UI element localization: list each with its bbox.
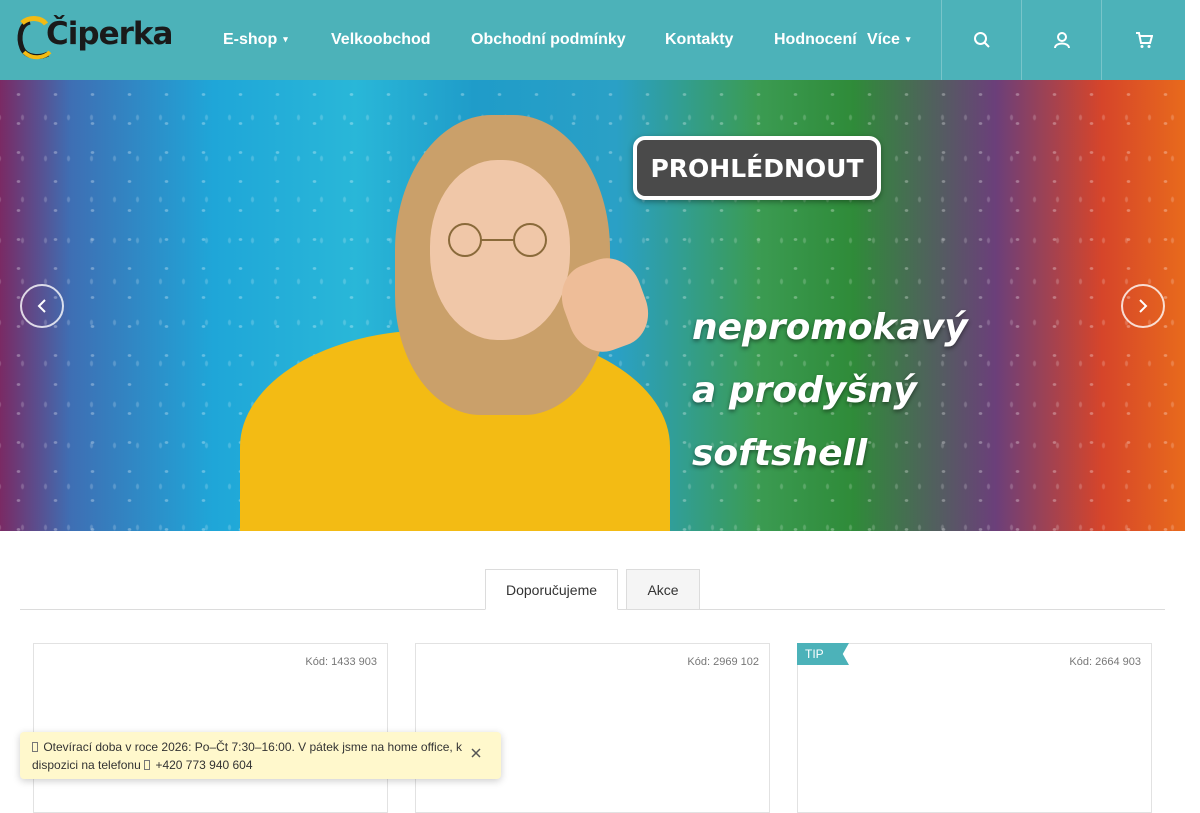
chevron-down-icon: ▾ [283, 34, 288, 45]
banner-headline-line: softshell [692, 433, 868, 474]
banner-cta-button[interactable]: PROHLÉDNOUT [633, 136, 881, 200]
nav-item-obchodni-podminky[interactable]: Obchodní podmínky [471, 31, 626, 49]
notice-text: Otevírací doba v roce 2026: Po–Čt 7:30–1… [32, 738, 472, 774]
search-icon [973, 32, 990, 48]
nav-label-eshop: E-shop [223, 31, 278, 48]
chevron-left-icon [37, 299, 46, 313]
product-code: Kód: 1433 903 [305, 656, 377, 668]
nav-item-vice[interactable]: Více ▾ [867, 31, 910, 49]
tip-badge: TIP [797, 643, 849, 665]
chevron-right-icon [1139, 299, 1148, 313]
nav-item-kontakty[interactable]: Kontakty [665, 31, 733, 49]
cart-button[interactable] [1101, 0, 1185, 80]
product-card[interactable]: TIP Kód: 2664 903 [797, 643, 1152, 813]
product-card[interactable]: Kód: 2969 102 [415, 643, 770, 813]
search-button[interactable] [941, 0, 1021, 80]
notice-phone[interactable]: +420 773 940 604 [155, 758, 252, 772]
slider-prev-button[interactable] [20, 284, 64, 328]
account-button[interactable] [1021, 0, 1101, 80]
banner-model-glasses [448, 223, 547, 257]
nav-item-velkoobchod[interactable]: Velkoobchod [331, 31, 431, 49]
opening-hours-notice: Otevírací doba v roce 2026: Po–Čt 7:30–1… [20, 732, 501, 779]
nav-item-hodnoceni[interactable]: Hodnocení [774, 31, 857, 49]
product-card[interactable]: Kód: 1433 903 [33, 643, 388, 813]
hero-banner[interactable]: PROHLÉDNOUT nepromokavý a prodyšný softs… [0, 80, 1185, 531]
logo[interactable]: Čiperka [16, 14, 173, 64]
tab-doporucujeme[interactable]: Doporučujeme [485, 569, 618, 610]
logo-text: Čiperka [46, 16, 173, 52]
user-icon [1053, 32, 1070, 49]
cart-icon [1135, 32, 1153, 48]
banner-headline-line: a prodyšný [692, 370, 917, 411]
close-icon[interactable] [471, 747, 483, 761]
info-icon [32, 742, 38, 752]
product-code: Kód: 2969 102 [687, 656, 759, 668]
nav-item-eshop[interactable]: E-shop ▾ [223, 31, 288, 49]
tab-akce[interactable]: Akce [626, 569, 700, 609]
phone-icon [144, 760, 151, 770]
slider-next-button[interactable] [1121, 284, 1165, 328]
product-code: Kód: 2664 903 [1069, 656, 1141, 668]
site-header: Čiperka E-shop ▾ Velkoobchod Obchodní pod… [0, 0, 1185, 80]
chevron-down-icon: ▾ [905, 34, 911, 45]
banner-headline: nepromokavý a prodyšný softshell [692, 296, 968, 485]
nav-label-vice: Více [867, 31, 900, 48]
banner-headline-line: nepromokavý [692, 307, 968, 348]
